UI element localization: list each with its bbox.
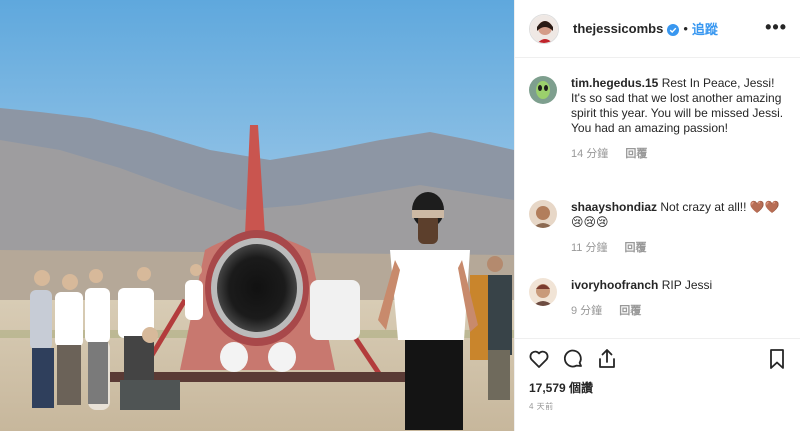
reply-button[interactable]: 回覆	[625, 148, 647, 160]
comments-list[interactable]: tim.hegedus.15 Rest In Peace, Jessi! It'…	[515, 58, 800, 338]
verified-badge-icon	[667, 23, 680, 36]
comment-username[interactable]: ivoryhoofranch	[571, 278, 658, 292]
post-header: thejessicombs • 追蹤 •••	[515, 0, 800, 58]
heart-icon[interactable]	[527, 347, 551, 371]
author-username[interactable]: thejessicombs	[573, 21, 663, 36]
comment-item: ivoryhoofranch RIP Jessi 9 分鐘 回覆	[529, 278, 787, 319]
comment-text: RIP Jessi	[661, 278, 713, 292]
header-separator: •	[683, 21, 688, 36]
action-icons	[527, 347, 789, 375]
follow-button[interactable]: 追蹤	[692, 19, 718, 38]
commenter-avatar[interactable]	[529, 76, 557, 104]
comment-age: 14 分鐘	[571, 148, 609, 160]
post-timestamp[interactable]: 4 天前	[529, 401, 554, 412]
likes-count[interactable]: 17,579 個讚	[529, 379, 593, 396]
share-icon[interactable]	[595, 347, 619, 371]
post-actions: 17,579 個讚 4 天前	[515, 338, 800, 431]
post-side-panel: thejessicombs • 追蹤 ••• tim.hegedus.15 Re…	[514, 0, 800, 431]
comment-item: tim.hegedus.15 Rest In Peace, Jessi! It'…	[529, 76, 787, 162]
comment-username[interactable]: tim.hegedus.15	[571, 76, 658, 90]
comment-meta: 11 分鐘 回覆	[571, 241, 787, 256]
comment-username[interactable]: shaayshondiaz	[571, 200, 657, 214]
comment-item: shaayshondiaz Not crazy at all!! 🤎🤎 😢😢😢 …	[529, 200, 787, 256]
comment-age: 11 分鐘	[571, 242, 608, 254]
reply-button[interactable]: 回覆	[625, 242, 647, 254]
comment-icon[interactable]	[561, 347, 585, 371]
race-car-photo	[0, 0, 514, 431]
commenter-avatar[interactable]	[529, 200, 557, 228]
author-avatar[interactable]	[529, 13, 559, 44]
reply-button[interactable]: 回覆	[619, 305, 641, 317]
comment-age: 9 分鐘	[571, 305, 603, 317]
bookmark-icon[interactable]	[765, 347, 789, 371]
comment-meta: 14 分鐘 回覆	[571, 147, 787, 162]
post-photo[interactable]	[0, 0, 514, 431]
more-options-icon[interactable]: •••	[765, 18, 787, 36]
comment-meta: 9 分鐘 回覆	[571, 304, 787, 319]
commenter-avatar[interactable]	[529, 278, 557, 306]
